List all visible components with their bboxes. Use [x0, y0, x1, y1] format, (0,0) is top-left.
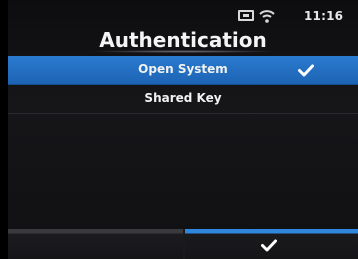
check-icon	[298, 64, 314, 77]
back-button[interactable]	[8, 229, 183, 259]
sd-card-icon	[238, 10, 254, 21]
screen: 11:16 Authentication Open System Shared …	[8, 0, 358, 259]
option-shared-key[interactable]: Shared Key	[8, 85, 358, 114]
confirm-button[interactable]	[185, 229, 358, 259]
page-title: Authentication	[99, 28, 267, 52]
option-label: Shared Key	[144, 91, 222, 105]
wifi-icon	[259, 10, 275, 23]
title-divider	[88, 50, 278, 53]
status-bar: 11:16	[8, 0, 358, 26]
check-icon	[261, 239, 277, 252]
options-list: Open System Shared Key	[8, 56, 358, 114]
clock: 11:16	[304, 9, 344, 23]
option-open-system[interactable]: Open System	[8, 56, 358, 85]
softkey-bar	[8, 229, 358, 259]
